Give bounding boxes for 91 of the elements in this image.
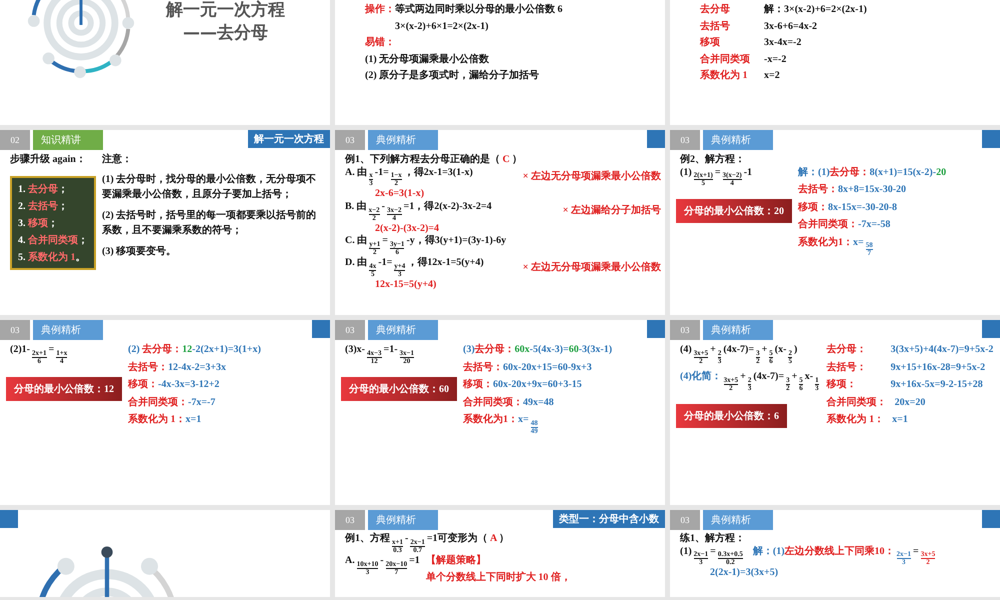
text-line: 单个分数线上下同时扩大 10 倍， bbox=[426, 572, 571, 584]
section-tab: 典例精析 bbox=[368, 320, 438, 340]
text-line: 移项：-4x-3x=3-12+2 bbox=[128, 379, 220, 390]
section-tab: 典例精析 bbox=[368, 510, 438, 530]
step-item: 3. 移项； bbox=[18, 216, 59, 230]
step-item: 5. 系数化为 1。 bbox=[18, 250, 86, 264]
text-line: -x=-2 bbox=[764, 54, 786, 65]
step-label: 系数化为 1 bbox=[700, 70, 748, 82]
section-number: 03 bbox=[670, 130, 700, 150]
text-line: 去括号：12-4x-2=3+3x bbox=[128, 362, 226, 373]
error-note: × 左边无分母项漏乘最小公倍数 bbox=[522, 171, 661, 183]
section-number: 03 bbox=[0, 320, 30, 340]
section-number: 03 bbox=[670, 320, 700, 340]
section-tab: 知识精讲 bbox=[33, 130, 103, 150]
text-line: 例2、解方程： bbox=[680, 154, 745, 166]
step-item: 1. 去分母； bbox=[18, 182, 69, 196]
text-line: (2) 原分子是多项式时，漏给分子加括号 bbox=[365, 70, 540, 82]
lcm-badge: 分母的最小公倍数：20 bbox=[676, 199, 792, 224]
section-tab: 典例精析 bbox=[703, 130, 773, 150]
section-tab: 典例精析 bbox=[703, 320, 773, 340]
text-line: x=2 bbox=[764, 70, 780, 82]
text-line: 9x+16x-5x=9-2-15+28 bbox=[890, 379, 983, 390]
section-number: 02 bbox=[0, 130, 30, 150]
text-line: 2x-6=3(1-x) bbox=[375, 188, 424, 200]
topic-label: 解一元一次方程 bbox=[248, 130, 330, 148]
step-label: 去括号 bbox=[700, 20, 731, 32]
step-label: 合并同类项 bbox=[700, 54, 751, 65]
text-line: 3×(x-2)+6×1=2×(2x-1) bbox=[395, 20, 488, 32]
step-label: 去分母： bbox=[826, 344, 868, 356]
section-number: 03 bbox=[335, 130, 365, 150]
slide-thumbnail[interactable]: 02 知识精讲 解一元一次方程 步骤升级 again： 1. 去分母； 2. 去括号； 3. 移项； 4. 合并同类项； 5. 系数化为 1。 注意： (1) 去分母时，找分母的最小公倍数，无分母项不要漏乘最小公倍数，且原分子要加上括号； (2) 去括号时，括号里的每一项都要乘以括号前的系数，且不要漏乘系数的符号； (3) 移项要变号。 bbox=[0, 130, 330, 315]
section-tab: 典例精析 bbox=[703, 510, 773, 530]
section-number: 03 bbox=[335, 320, 365, 340]
text-line: 例1、下列解方程去分母正确的是（ C ） bbox=[345, 154, 522, 166]
text-line: 3x-6+6=4x-2 bbox=[764, 20, 818, 32]
text-line: 系数化为 1：x=1 bbox=[128, 414, 202, 426]
slide-thumbnail[interactable]: 去分母 解：3×(x-2)+6=2×(2x-1) 去括号 3x-6+6=4x-2 移项 3x-4x=-2 合并同类项 -x=-2 系数化为 1 x=2 bbox=[670, 0, 1000, 125]
step-item: 2. 去括号； bbox=[18, 200, 69, 212]
error-note: × 左边漏给分子加括号 bbox=[562, 205, 661, 217]
text-line: 合并同类项：-7x=-7 bbox=[128, 396, 216, 408]
text-line: (3) 移项要变号。 bbox=[102, 244, 176, 258]
cover-title: 解一元一次方程 bbox=[166, 0, 285, 21]
text-line: 合并同类项：49x=48 bbox=[463, 396, 554, 408]
text-line: 操作：等式两边同时乘以分母的最小公倍数 6 bbox=[365, 4, 562, 16]
lcm-badge: 分母的最小公倍数：12 bbox=[6, 376, 122, 401]
text-line: (3)去分母：60x-5(4x-3)=60-3(3x-1) bbox=[463, 344, 612, 356]
cover-subtitle: ——去分母 bbox=[183, 22, 268, 44]
section-number: 03 bbox=[670, 510, 700, 530]
text-line: 去括号：60x-20x+15=60-9x+3 bbox=[463, 362, 592, 373]
text-line: 3(3x+5)+4(4x-7)=9+5x-2 bbox=[890, 344, 994, 356]
lcm-badge: 分母的最小公倍数：6 bbox=[676, 404, 787, 428]
step-label: 移项： bbox=[826, 379, 858, 390]
section-tab: 典例精析 bbox=[33, 320, 103, 340]
step-label: 去分母 bbox=[700, 4, 731, 16]
step-label: 合并同类项： bbox=[826, 396, 887, 408]
text-line: 12x-15=5(y+4) bbox=[375, 278, 436, 290]
text-line: 解：(1)去分母：8(x+1)=15(x-2)-20 bbox=[798, 166, 946, 178]
text-line: 9x+15+16x-28=9+5x-2 bbox=[890, 362, 986, 373]
text-line: 2(x-2)-(3x-2)=4 bbox=[375, 222, 440, 234]
text-line: (2) 去括号时，括号里的每一项都要乘以括号前的系数，且不要漏乘系数的符号； bbox=[102, 208, 318, 238]
slide-thumbnail[interactable]: 解一元一次方程 ——去分母 bbox=[0, 0, 330, 125]
section-tab: 典例精析 bbox=[368, 130, 438, 150]
step-item: 4. 合并同类项； bbox=[18, 233, 88, 246]
text-line: 注意： bbox=[102, 154, 132, 166]
text-line: 步骤升级 again： bbox=[10, 154, 86, 166]
text-line: 3x-4x=-2 bbox=[764, 37, 802, 48]
text-line: (1) 无分母项漏乘最小公倍数 bbox=[365, 54, 490, 65]
step-label: 去括号： bbox=[826, 362, 868, 373]
text-line: 【解题策略】 bbox=[426, 554, 486, 566]
section-number: 03 bbox=[335, 510, 365, 530]
text-line: 去括号：8x+8=15x-30-20 bbox=[798, 184, 906, 196]
text-line: 移项：60x-20x+9x=60+3-15 bbox=[463, 379, 582, 390]
text-line: 解：3×(x-2)+6=2×(2x-1) bbox=[764, 4, 867, 16]
slide-thumbnail[interactable] bbox=[670, 320, 1000, 505]
text-line: 移项：8x-15x=-30-20-8 bbox=[798, 202, 898, 213]
text-line: (1) 去分母时，找分母的最小公倍数，无分母项不要漏乘最小公倍数，且原分子要加上括号； bbox=[102, 172, 318, 202]
text-line: 合并同类项：-7x=-58 bbox=[798, 219, 890, 230]
slide-thumbnail[interactable] bbox=[335, 130, 665, 315]
slide-thumbnail[interactable]: 操作：等式两边同时乘以分母的最小公倍数 6 3×(x-2)+6×1=2×(2x-1) 易错： (1) 无分母项漏乘最小公倍数 (2) 原分子是多项式时，漏给分子加括号 bbox=[335, 0, 665, 125]
slide-thumbnail[interactable] bbox=[0, 510, 330, 597]
text-line: 2(2x-1)=3(3x+5) bbox=[710, 567, 778, 579]
lcm-badge: 分母的最小公倍数：60 bbox=[341, 376, 457, 401]
text-line: (2) 去分母：12-2(2x+1)=3(1+x) bbox=[128, 344, 261, 356]
topic-label: 类型一：分母中含小数 bbox=[553, 510, 665, 528]
error-note: × 左边无分母项漏乘最小公倍数 bbox=[522, 262, 661, 274]
text-line: 易错： bbox=[365, 37, 395, 48]
text-line: 20x=20 bbox=[894, 396, 926, 408]
step-label: 系数化为 1： bbox=[826, 414, 884, 426]
step-label: 移项 bbox=[700, 37, 721, 48]
text-line: x=1 bbox=[892, 414, 908, 426]
text-line: 练1、解方程： bbox=[680, 533, 745, 544]
